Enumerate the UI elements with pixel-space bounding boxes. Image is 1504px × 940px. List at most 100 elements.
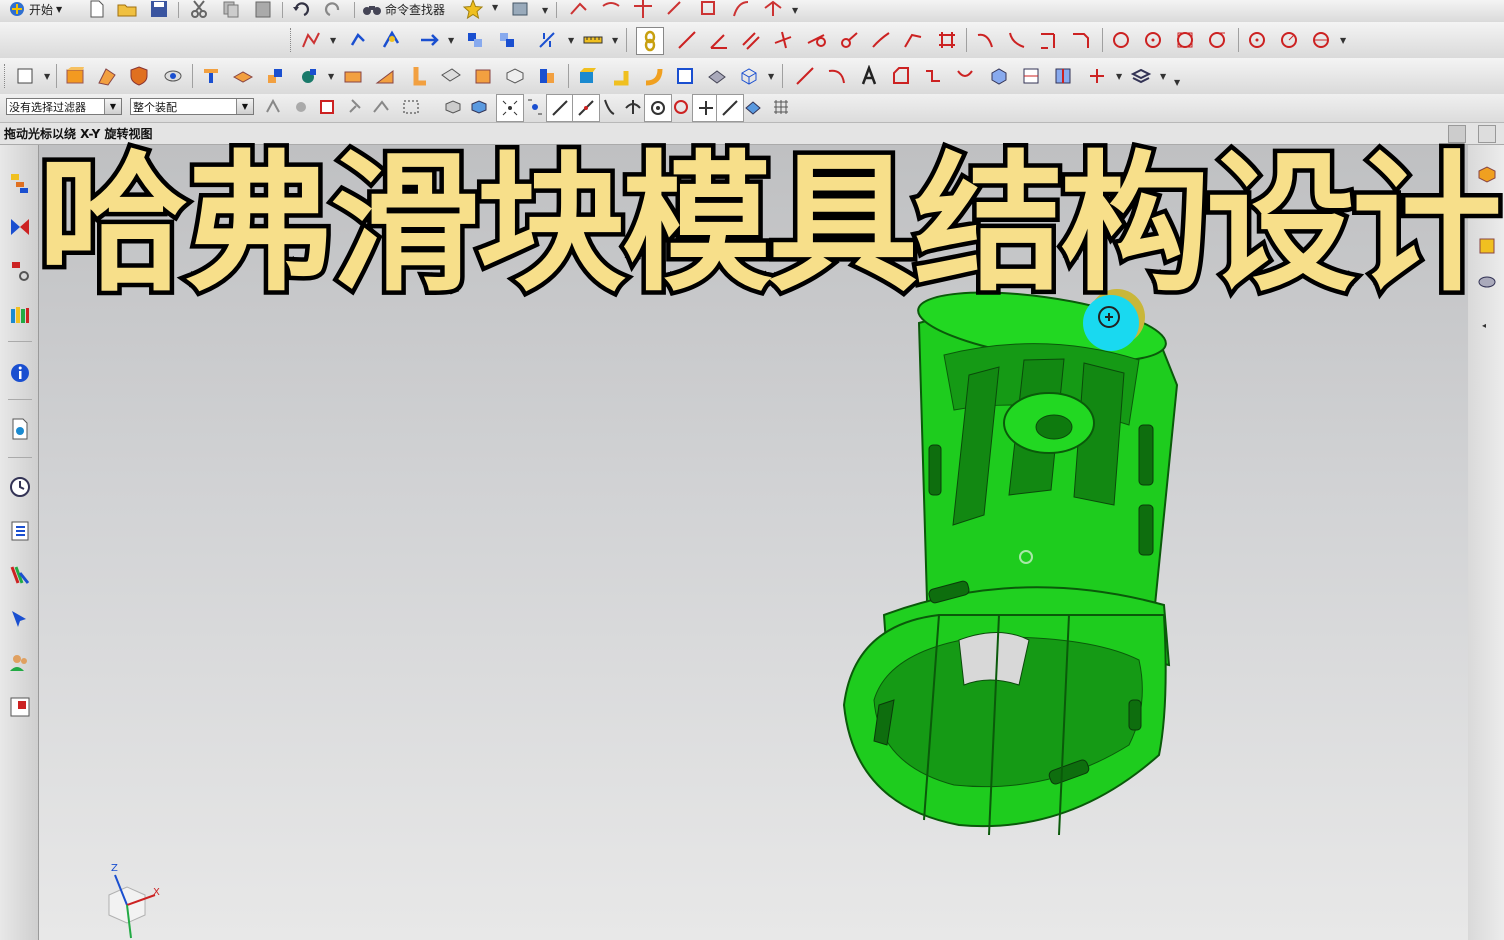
circle-button-3[interactable]	[1172, 27, 1198, 53]
new-file-button[interactable]	[84, 0, 110, 22]
solid-tool-button-5[interactable]	[704, 63, 730, 89]
sketch-tool-button-3[interactable]	[630, 0, 656, 22]
mold-tool-button-2[interactable]	[94, 63, 120, 89]
snap-point-on-face[interactable]	[740, 94, 766, 120]
sketch-tool-button-4[interactable]	[662, 0, 688, 22]
view-button-5[interactable]	[1128, 63, 1154, 89]
snap-point-toggle-1[interactable]	[496, 94, 524, 122]
snap-end-point[interactable]	[546, 94, 574, 122]
tangent-line-button[interactable]	[804, 27, 830, 53]
bisector-button[interactable]	[868, 27, 894, 53]
expand-arrow-icon[interactable]: ◂	[1482, 321, 1486, 330]
selection-tool-7[interactable]	[440, 94, 466, 120]
snap-toggle-button[interactable]	[636, 27, 664, 55]
reuse-library-tab[interactable]	[6, 301, 34, 329]
sketch-tool-button-5[interactable]	[696, 0, 722, 22]
selection-tool-5[interactable]	[368, 94, 394, 120]
cut-button[interactable]	[186, 0, 212, 22]
undo-button[interactable]	[288, 0, 314, 22]
offset-button[interactable]	[920, 63, 946, 89]
view-button-1[interactable]	[986, 63, 1012, 89]
sketch-tool-button-2[interactable]	[598, 0, 624, 22]
normal-line-button[interactable]	[900, 27, 926, 53]
history-tab[interactable]	[6, 473, 34, 501]
mold-tool-button-11[interactable]	[406, 63, 432, 89]
dimension-button[interactable]	[534, 27, 560, 53]
snap-point-toggle-2[interactable]	[522, 94, 548, 120]
arc-button-1[interactable]	[972, 27, 998, 53]
view-button-3[interactable]	[1050, 63, 1076, 89]
circle-button-2[interactable]	[1140, 27, 1166, 53]
region-button[interactable]	[888, 63, 914, 89]
selection-tool-4[interactable]	[342, 94, 368, 120]
measure-distance-button[interactable]	[580, 27, 606, 53]
mold-tool-button-6[interactable]	[230, 63, 256, 89]
mold-tool-button-9[interactable]	[340, 63, 366, 89]
selection-tool-1[interactable]	[260, 94, 286, 120]
snap-intersection[interactable]	[620, 94, 646, 120]
selection-tool-3[interactable]	[314, 94, 340, 120]
trim-button[interactable]	[952, 63, 978, 89]
process-studio-tab[interactable]	[6, 517, 34, 545]
role-tab[interactable]	[6, 605, 34, 633]
angle-line-button[interactable]	[706, 27, 732, 53]
green-part-model[interactable]	[842, 280, 1179, 836]
user-roles-tab[interactable]	[6, 649, 34, 677]
assembly-navigator-tab[interactable]	[6, 169, 34, 197]
part-navigator-tab[interactable]	[6, 257, 34, 285]
parallel-line-button[interactable]	[738, 27, 764, 53]
mold-tool-button-1[interactable]	[62, 63, 88, 89]
perpendicular-line-button[interactable]	[770, 27, 796, 53]
circle-button-1[interactable]	[1108, 27, 1134, 53]
transform-button-1[interactable]	[462, 27, 488, 53]
view-button-2[interactable]	[1018, 63, 1044, 89]
select-rectangle-button[interactable]	[12, 63, 38, 89]
drafting-arc-button[interactable]	[824, 63, 850, 89]
mold-tool-button-7[interactable]	[262, 63, 288, 89]
solid-tool-button-2[interactable]	[608, 63, 634, 89]
view-button-4[interactable]	[1084, 63, 1110, 89]
analysis-tool-button-1[interactable]	[346, 27, 372, 53]
open-file-button[interactable]	[114, 0, 140, 22]
sketch-tool-button-6[interactable]	[728, 0, 754, 22]
selection-tool-8[interactable]	[466, 94, 492, 120]
solid-tool-button-1[interactable]	[574, 63, 600, 89]
mold-tool-button-3[interactable]	[126, 63, 152, 89]
selection-tool-2[interactable]	[288, 94, 314, 120]
mold-tool-button-12[interactable]	[438, 63, 464, 89]
hd3d-tools-tab[interactable]	[6, 359, 34, 387]
mold-tool-button-15[interactable]	[534, 63, 560, 89]
system-materials-tab[interactable]	[6, 693, 34, 721]
arc-button-2[interactable]	[1004, 27, 1030, 53]
transform-button-2[interactable]	[494, 27, 520, 53]
mold-tool-button-5[interactable]	[198, 63, 224, 89]
snap-control-point[interactable]	[596, 94, 622, 120]
command-finder-button[interactable]: 命令查找器	[362, 0, 445, 18]
text-button[interactable]	[856, 63, 882, 89]
favorites-button[interactable]	[460, 0, 486, 22]
redo-button[interactable]	[320, 0, 346, 22]
snap-quadrant[interactable]	[668, 94, 694, 120]
selection-tool-6[interactable]	[398, 94, 424, 120]
copy-button[interactable]	[218, 0, 244, 22]
sketch-tool-button-1[interactable]	[566, 0, 592, 22]
circle-button-6[interactable]	[1276, 27, 1302, 53]
circle-button-4[interactable]	[1204, 27, 1230, 53]
curve-tool-button[interactable]	[298, 27, 324, 53]
web-browser-tab[interactable]	[6, 415, 34, 443]
grid-line-button[interactable]	[934, 27, 960, 53]
mold-tool-button-14[interactable]	[502, 63, 528, 89]
solid-tool-button-6[interactable]	[736, 63, 762, 89]
save-button[interactable]	[146, 0, 172, 22]
solid-tool-button-4[interactable]	[672, 63, 698, 89]
manufacturing-wizard-tab[interactable]	[6, 561, 34, 589]
solid-tool-button-3[interactable]	[640, 63, 666, 89]
analysis-tool-button-2[interactable]	[378, 27, 404, 53]
move-object-button[interactable]	[416, 27, 442, 53]
mold-tool-button-13[interactable]	[470, 63, 496, 89]
mold-tool-button-4[interactable]	[160, 63, 186, 89]
line-button[interactable]	[674, 27, 700, 53]
mold-tool-button-8[interactable]	[296, 63, 322, 89]
snap-grid-toggle[interactable]	[768, 94, 794, 120]
selection-scope-dropdown[interactable]: 整个装配 ▼	[130, 98, 254, 115]
